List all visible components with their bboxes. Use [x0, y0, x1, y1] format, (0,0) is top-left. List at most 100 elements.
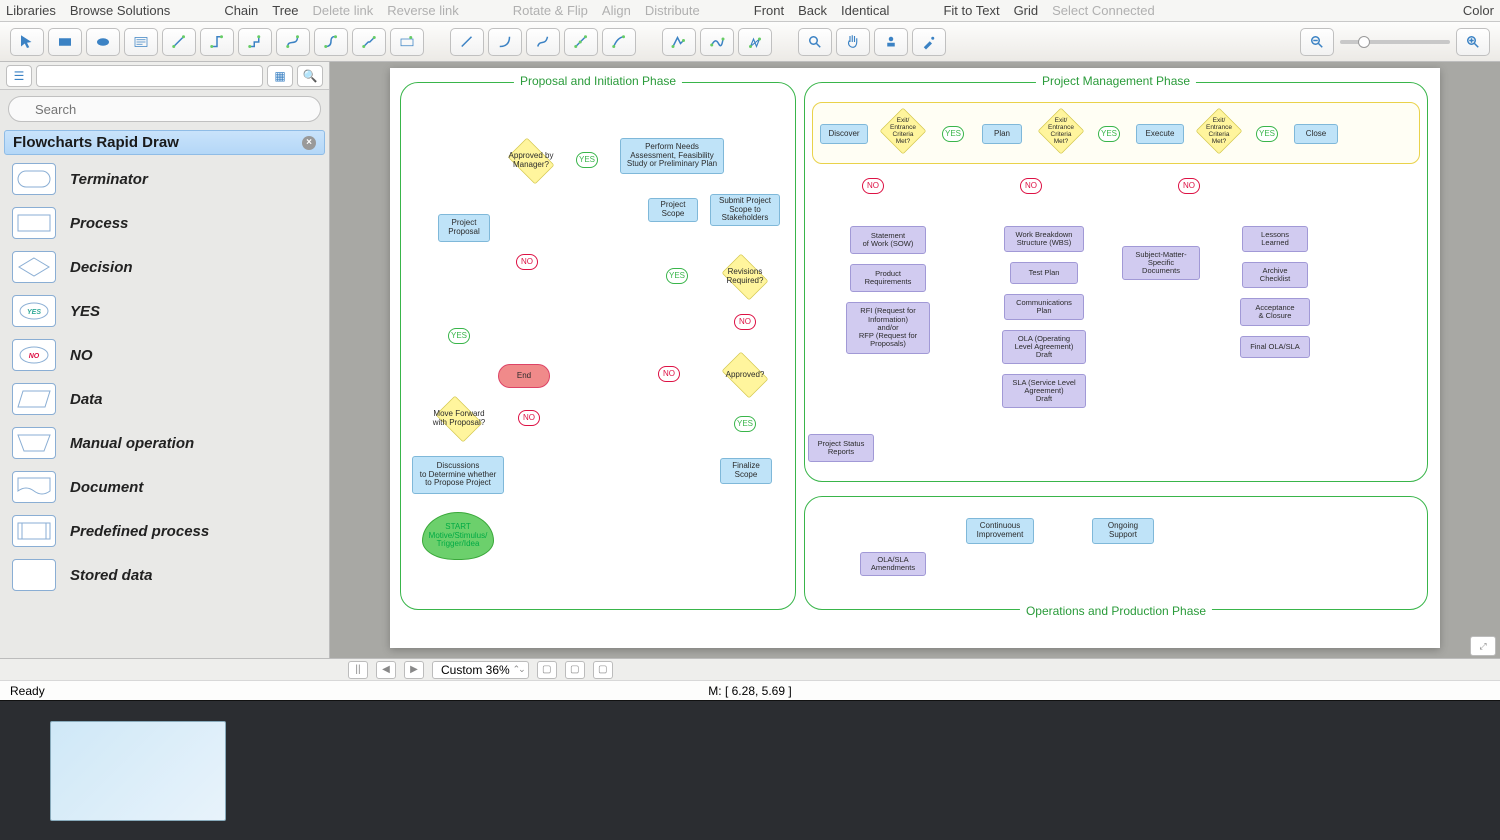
- lib-path-field[interactable]: [36, 65, 263, 87]
- menu-back[interactable]: Back: [798, 3, 827, 18]
- search-input[interactable]: [8, 96, 321, 122]
- lib-item-predef-process[interactable]: Predefined process: [0, 509, 329, 553]
- tool-rect[interactable]: [48, 28, 82, 56]
- node-finalize[interactable]: Finalize Scope: [720, 458, 772, 484]
- page-nav-corner[interactable]: ⤢: [1470, 636, 1496, 656]
- menu-libraries[interactable]: Libraries: [6, 3, 56, 18]
- tool-line-4[interactable]: [564, 28, 598, 56]
- node-revreq[interactable]: Revisions Required?: [718, 258, 772, 296]
- menu-tree[interactable]: Tree: [272, 3, 298, 18]
- node-exit-1[interactable]: Exit/ Entrance Criteria Met?: [880, 108, 926, 154]
- view-mode-3[interactable]: ▢: [593, 661, 613, 679]
- node-plan[interactable]: Plan: [982, 124, 1022, 144]
- tool-eyedropper[interactable]: [912, 28, 946, 56]
- menu-identical[interactable]: Identical: [841, 3, 889, 18]
- doc-prodreq[interactable]: Product Requirements: [850, 264, 926, 292]
- nav-pause[interactable]: ||: [348, 661, 368, 679]
- doc-commplan[interactable]: Communications Plan: [1004, 294, 1084, 320]
- yn-yes-6[interactable]: YES: [1098, 126, 1120, 142]
- view-mode-2[interactable]: ▢: [565, 661, 585, 679]
- node-scope[interactable]: Project Scope: [648, 198, 698, 222]
- page-thumbnail[interactable]: [50, 721, 226, 821]
- tool-conn-5[interactable]: [314, 28, 348, 56]
- tool-pan[interactable]: [836, 28, 870, 56]
- yn-no-5[interactable]: NO: [862, 178, 884, 194]
- node-close[interactable]: Close: [1294, 124, 1338, 144]
- yn-no-1[interactable]: NO: [516, 254, 538, 270]
- nav-prev[interactable]: ◀: [376, 661, 396, 679]
- doc-lessons[interactable]: Lessons Learned: [1242, 226, 1308, 252]
- lib-grid-icon[interactable]: ▦: [267, 65, 293, 87]
- lib-item-document[interactable]: Document: [0, 465, 329, 509]
- yn-yes-4[interactable]: YES: [734, 416, 756, 432]
- node-projprop[interactable]: Project Proposal: [438, 214, 490, 242]
- tool-line-1[interactable]: [450, 28, 484, 56]
- zoom-in-icon[interactable]: [1456, 28, 1490, 56]
- tool-conn-7[interactable]: [390, 28, 424, 56]
- lib-item-terminator[interactable]: Terminator: [0, 157, 329, 201]
- page[interactable]: Proposal and Initiation Phase Project Ma…: [390, 68, 1440, 648]
- menu-grid[interactable]: Grid: [1014, 3, 1039, 18]
- doc-sow[interactable]: Statement of Work (SOW): [850, 226, 926, 254]
- lib-search-icon[interactable]: 🔍: [297, 65, 323, 87]
- zoom-track[interactable]: [1340, 40, 1450, 44]
- yn-yes-7[interactable]: YES: [1256, 126, 1278, 142]
- doc-rfi[interactable]: RFI (Request for Information) and/or RFP…: [846, 302, 930, 354]
- zoom-select[interactable]: Custom 36%: [432, 661, 529, 679]
- node-end[interactable]: End: [498, 364, 550, 388]
- node-execute[interactable]: Execute: [1136, 124, 1184, 144]
- canvas[interactable]: Proposal and Initiation Phase Project Ma…: [330, 62, 1500, 658]
- doc-status[interactable]: Project Status Reports: [808, 434, 874, 462]
- yn-no-4[interactable]: NO: [658, 366, 680, 382]
- doc-sla[interactable]: SLA (Service Level Agreement) Draft: [1002, 374, 1086, 408]
- node-discover[interactable]: Discover: [820, 124, 868, 144]
- tool-shape-3[interactable]: [738, 28, 772, 56]
- node-submit[interactable]: Submit Project Scope to Stakeholders: [710, 194, 780, 226]
- doc-wbs[interactable]: Work Breakdown Structure (WBS): [1004, 226, 1084, 252]
- yn-yes-2[interactable]: YES: [576, 152, 598, 168]
- tool-text[interactable]: [124, 28, 158, 56]
- lib-item-yes[interactable]: YESYES: [0, 289, 329, 333]
- doc-ola[interactable]: OLA (Operating Level Agreement) Draft: [1002, 330, 1086, 364]
- view-mode-1[interactable]: ▢: [537, 661, 557, 679]
- lib-item-stored-data[interactable]: Stored data: [0, 553, 329, 597]
- tool-zoom[interactable]: [798, 28, 832, 56]
- yn-no-7[interactable]: NO: [1178, 178, 1200, 194]
- doc-testplan[interactable]: Test Plan: [1010, 262, 1078, 284]
- menu-color[interactable]: Color: [1463, 3, 1494, 18]
- node-exit-2[interactable]: Exit/ Entrance Criteria Met?: [1038, 108, 1084, 154]
- doc-finalola[interactable]: Final OLA/SLA: [1240, 336, 1310, 358]
- zoom-slider[interactable]: [1300, 28, 1490, 56]
- tool-conn-3[interactable]: [238, 28, 272, 56]
- tool-shape-1[interactable]: [662, 28, 696, 56]
- node-approved[interactable]: Approved?: [718, 356, 772, 394]
- doc-archive[interactable]: Archive Checklist: [1242, 262, 1308, 288]
- node-contimp[interactable]: Continuous Improvement: [966, 518, 1034, 544]
- tool-conn-1[interactable]: [162, 28, 196, 56]
- tool-line-2[interactable]: [488, 28, 522, 56]
- library-header[interactable]: Flowcharts Rapid Draw ×: [4, 130, 325, 155]
- doc-olaamend[interactable]: OLA/SLA Amendments: [860, 552, 926, 576]
- node-apprmgr[interactable]: Approved by Manager?: [504, 142, 558, 180]
- tool-shape-2[interactable]: [700, 28, 734, 56]
- tool-conn-6[interactable]: [352, 28, 386, 56]
- node-exit-3[interactable]: Exit/ Entrance Criteria Met?: [1196, 108, 1242, 154]
- node-movefwd[interactable]: Move Forward with Proposal?: [432, 400, 486, 438]
- yn-no-6[interactable]: NO: [1020, 178, 1042, 194]
- tool-line-5[interactable]: [602, 28, 636, 56]
- node-discuss[interactable]: Discussions to Determine whether to Prop…: [412, 456, 504, 494]
- tool-ellipse[interactable]: [86, 28, 120, 56]
- tool-conn-4[interactable]: [276, 28, 310, 56]
- doc-accept[interactable]: Acceptance & Closure: [1240, 298, 1310, 326]
- doc-sme[interactable]: Subject-Matter- Specific Documents: [1122, 246, 1200, 280]
- tool-stamp[interactable]: [874, 28, 908, 56]
- lib-item-decision[interactable]: Decision: [0, 245, 329, 289]
- lib-item-data[interactable]: Data: [0, 377, 329, 421]
- yn-no-3[interactable]: NO: [734, 314, 756, 330]
- menu-chain[interactable]: Chain: [224, 3, 258, 18]
- menu-front[interactable]: Front: [754, 3, 784, 18]
- zoom-out-icon[interactable]: [1300, 28, 1334, 56]
- tool-pointer[interactable]: [10, 28, 44, 56]
- lib-view-icon[interactable]: ☰: [6, 65, 32, 87]
- nav-next[interactable]: ▶: [404, 661, 424, 679]
